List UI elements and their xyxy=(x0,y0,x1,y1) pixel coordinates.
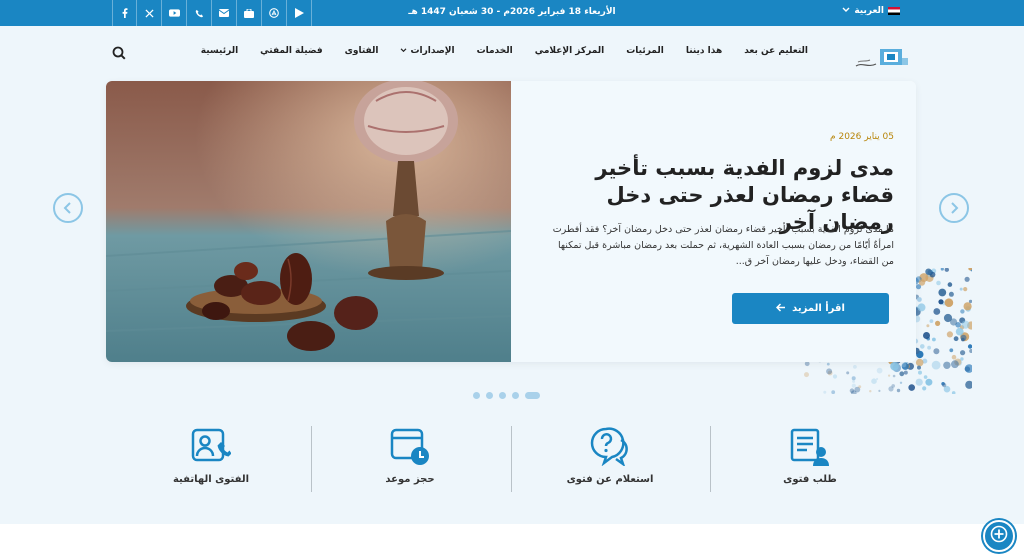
service-label: طلب فتوى xyxy=(783,474,837,485)
read-more-label: اقرأ المزيد xyxy=(792,303,845,314)
divider xyxy=(311,426,312,492)
chevron-down-icon xyxy=(842,6,850,16)
language-label: العربية xyxy=(854,6,884,16)
service-label: حجز موعد xyxy=(385,474,435,485)
phone-fatwa-icon xyxy=(191,426,232,466)
page-footer-strip xyxy=(0,524,1024,559)
service-fatwa-inquiry[interactable]: استعلام عن فتوى xyxy=(535,420,685,500)
slider-next-button[interactable] xyxy=(939,193,969,223)
egypt-flag-icon xyxy=(888,7,900,15)
nav-item-media-center[interactable]: المركز الإعلامي xyxy=(524,46,616,56)
nav-item-videos[interactable]: المرئيات xyxy=(615,46,675,56)
slide-excerpt: ما مدى لزوم الفدية بسبب تأخير قضاء رمضان… xyxy=(552,224,894,267)
nav-item-mufti[interactable]: فضيلة المفتي xyxy=(249,46,333,56)
service-book-appointment[interactable]: حجز موعد xyxy=(335,420,485,500)
site-logo[interactable] xyxy=(854,48,910,70)
nav-item-fatwas[interactable]: الفتاوى xyxy=(334,46,390,56)
slider-dot[interactable] xyxy=(499,392,506,399)
services-bar: طلب فتوى استعلام عن فتوى حجز موعد الفتوى… xyxy=(0,420,1024,524)
nav-item-this-is-our-religion[interactable]: هذا ديننا xyxy=(675,46,733,56)
slider-dot[interactable] xyxy=(473,392,480,399)
nav-item-home[interactable]: الرئيسية xyxy=(190,46,249,56)
language-selector[interactable]: العربية xyxy=(842,6,900,16)
featured-slide: 05 يناير 2026 م مدى لزوم الفدية بسبب تأخ… xyxy=(106,81,916,362)
chevron-down-icon xyxy=(400,46,407,56)
nav-items: الرئيسية فضيلة المفتي الفتاوى الإصدارات … xyxy=(190,46,819,56)
service-label: الفتوى الهاتفية xyxy=(172,474,249,485)
read-more-button[interactable]: اقرأ المزيد xyxy=(732,293,889,324)
service-phone-fatwa[interactable]: الفتوى الهاتفية xyxy=(136,420,286,500)
service-fatwa-request[interactable]: طلب فتوى xyxy=(735,420,885,500)
slider-dot[interactable] xyxy=(512,392,519,399)
arrow-left-icon xyxy=(776,302,786,315)
divider xyxy=(710,426,711,492)
floating-add-button[interactable] xyxy=(983,520,1015,552)
fatwa-request-icon xyxy=(790,426,830,466)
divider xyxy=(511,426,512,492)
plus-circle-icon xyxy=(990,525,1008,547)
slider-prev-button[interactable] xyxy=(53,193,83,223)
top-bar: الأربعاء 18 فبراير 2026م - 30 شعبان 1447… xyxy=(0,0,1024,26)
calendar-clock-icon xyxy=(390,426,430,466)
nav-item-distance-learning[interactable]: التعليم عن بعد xyxy=(733,46,819,56)
slide-image xyxy=(106,81,512,362)
slider-pagination xyxy=(473,392,540,399)
slider-dot[interactable] xyxy=(486,392,493,399)
nav-item-publications[interactable]: الإصدارات xyxy=(389,46,465,56)
search-icon[interactable] xyxy=(112,45,126,60)
slider-dot-active[interactable] xyxy=(525,392,540,399)
fatwa-inquiry-icon xyxy=(590,426,630,468)
slide-content: 05 يناير 2026 م مدى لزوم الفدية بسبب تأخ… xyxy=(511,81,916,362)
service-label: استعلام عن فتوى xyxy=(566,474,654,485)
slide-date: 05 يناير 2026 م xyxy=(830,132,894,142)
nav-item-services[interactable]: الخدمات xyxy=(466,46,524,56)
main-navigation: الرئيسية فضيلة المفتي الفتاوى الإصدارات … xyxy=(0,26,1024,82)
